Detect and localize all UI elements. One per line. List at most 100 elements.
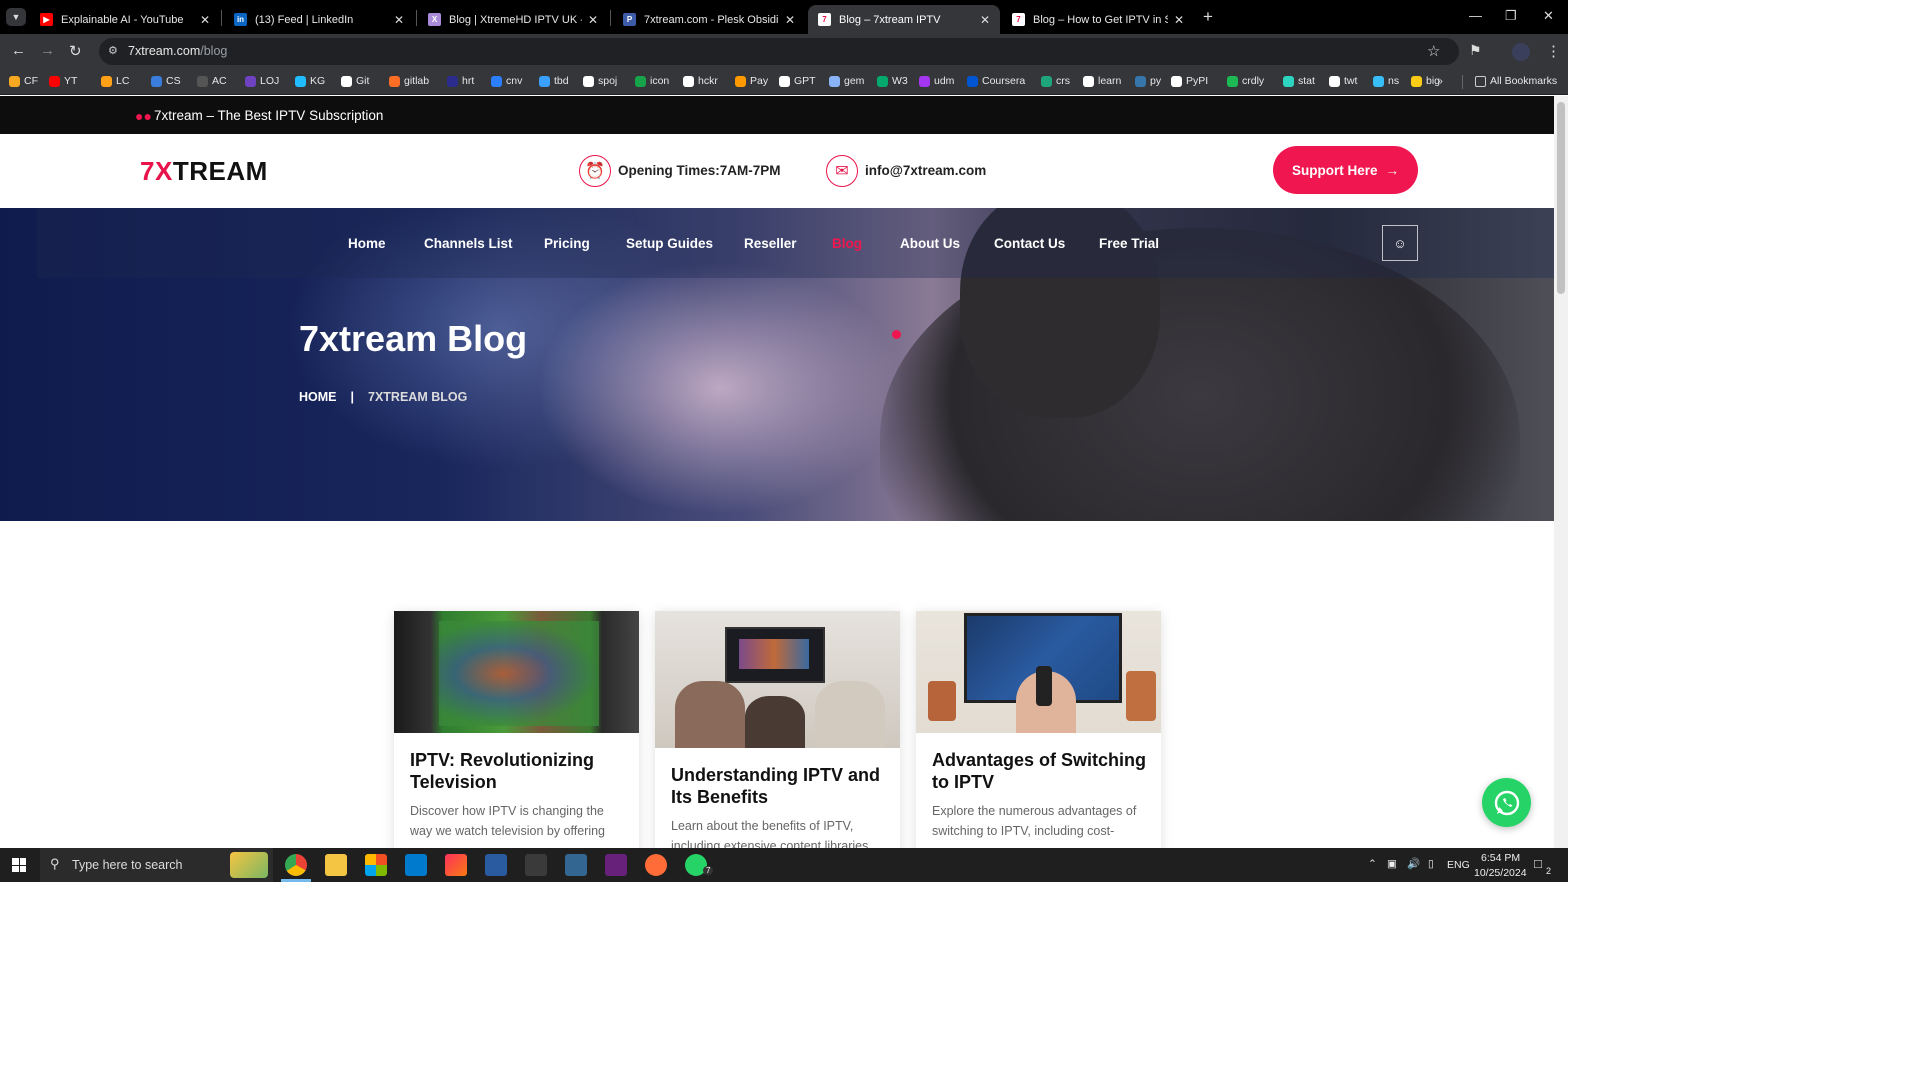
nav-free-trial[interactable]: Free Trial	[1099, 236, 1159, 251]
nav-home[interactable]: Home	[348, 236, 386, 251]
browser-tab[interactable]: ▶ Explainable AI - YouTube ✕	[30, 5, 220, 34]
bookmark-item[interactable]: hrt	[447, 75, 474, 87]
breadcrumb-home[interactable]: HOME	[299, 390, 337, 404]
post-title[interactable]: Advantages of Switching to IPTV	[932, 749, 1147, 793]
microsoft-store-icon[interactable]	[365, 854, 387, 876]
close-icon[interactable]: ✕	[394, 13, 404, 27]
bookmark-item[interactable]: LOJ	[245, 75, 279, 87]
bookmark-item[interactable]: learn	[1083, 75, 1121, 87]
nav-about-us[interactable]: About Us	[900, 236, 960, 251]
close-icon[interactable]: ✕	[980, 13, 990, 27]
nav-blog[interactable]: Blog	[832, 236, 862, 251]
profile-avatar[interactable]	[1512, 43, 1530, 61]
bookmark-item[interactable]: icon	[635, 75, 669, 87]
close-icon[interactable]: ✕	[588, 13, 598, 27]
bookmark-item[interactable]: W3	[877, 75, 908, 87]
menu-icon[interactable]: ⋮	[1546, 42, 1561, 60]
network-icon[interactable]: ▣	[1387, 858, 1397, 870]
bookmark-item[interactable]: YT	[49, 75, 77, 87]
close-icon[interactable]: ✕	[200, 13, 210, 27]
address-bar[interactable]: ⚙ 7xtream.com/blog ☆	[99, 38, 1459, 65]
whatsapp-chat-button[interactable]	[1482, 778, 1531, 827]
postman-icon[interactable]	[645, 854, 667, 876]
post-title[interactable]: Understanding IPTV and Its Benefits	[671, 764, 886, 808]
close-window-icon[interactable]: ✕	[1543, 8, 1554, 24]
bookmark-item[interactable]: py	[1135, 75, 1161, 87]
close-icon[interactable]: ✕	[1174, 13, 1184, 27]
bookmark-item[interactable]: stat	[1283, 75, 1315, 87]
bookmark-item[interactable]: spoj	[583, 75, 617, 87]
scrollbar-thumb[interactable]	[1557, 102, 1565, 294]
support-button[interactable]: Support Here →	[1273, 146, 1418, 194]
intellij-icon[interactable]	[445, 854, 467, 876]
blog-card[interactable]: Understanding IPTV and Its Benefits Lear…	[655, 611, 900, 848]
nav-channels-list[interactable]: Channels List	[424, 236, 513, 251]
forward-icon[interactable]: →	[40, 42, 55, 59]
volume-icon[interactable]: 🔊	[1407, 857, 1420, 870]
reload-icon[interactable]: ↻	[69, 42, 82, 60]
email-link[interactable]: info@7xtream.com	[865, 163, 986, 178]
browser-tab[interactable]: 7 Blog – How to Get IPTV in Spain ✕	[1002, 5, 1194, 34]
bookmark-item[interactable]: gitlab	[389, 75, 429, 87]
visual-studio-icon[interactable]	[605, 854, 627, 876]
bookmark-item[interactable]: udm	[919, 75, 954, 87]
nav-pricing[interactable]: Pricing	[544, 236, 590, 251]
blog-card[interactable]: IPTV: Revolutionizing Television Discove…	[394, 611, 639, 848]
extensions-icon[interactable]: ⚑	[1469, 42, 1482, 59]
user-account-button[interactable]: ☺	[1382, 225, 1418, 261]
bookmark-item[interactable]: cnv	[491, 75, 522, 87]
bookmark-item[interactable]: ns	[1373, 75, 1399, 87]
postgres-icon[interactable]	[565, 854, 587, 876]
clock-time[interactable]: 6:54 PM	[1481, 852, 1520, 864]
bookmark-item[interactable]: CS	[151, 75, 181, 87]
nav-contact-us[interactable]: Contact Us	[994, 236, 1065, 251]
all-bookmarks-button[interactable]: All Bookmarks	[1475, 75, 1557, 87]
battery-icon[interactable]: ▯	[1428, 858, 1434, 870]
taskbar-search[interactable]: ⚲ Type here to search	[40, 848, 273, 882]
notification-icon[interactable]: □	[1534, 856, 1542, 871]
back-icon[interactable]: ←	[11, 42, 26, 59]
blog-card[interactable]: Advantages of Switching to IPTV Explore …	[916, 611, 1161, 848]
chevron-up-icon[interactable]: ⌃	[1368, 858, 1377, 870]
page-scrollbar[interactable]	[1554, 96, 1568, 848]
bookmark-item[interactable]: crdly	[1227, 75, 1264, 87]
site-logo[interactable]: 7XTREAM	[140, 156, 268, 187]
vscode-icon[interactable]	[405, 854, 427, 876]
nav-reseller[interactable]: Reseller	[744, 236, 797, 251]
ssms-icon[interactable]	[485, 854, 507, 876]
bookmark-item[interactable]: PyPI	[1171, 75, 1208, 87]
bookmark-item[interactable]: Pay	[735, 75, 768, 87]
tab-search-button[interactable]: ▼	[6, 8, 26, 26]
close-icon[interactable]: ✕	[785, 13, 795, 27]
minimize-icon[interactable]: —	[1469, 8, 1482, 23]
bookmark-item[interactable]: KG	[295, 75, 325, 87]
language-indicator[interactable]: ENG	[1447, 859, 1470, 871]
browser-tab[interactable]: in (13) Feed | LinkedIn ✕	[224, 5, 414, 34]
browser-tab-active[interactable]: 7 Blog – 7xtream IPTV ✕	[808, 5, 1000, 34]
bookmark-item[interactable]: Git	[341, 75, 369, 87]
bookmark-star-icon[interactable]: ☆	[1427, 42, 1440, 60]
bookmark-item[interactable]: AC	[197, 75, 227, 87]
bookmark-item[interactable]: big	[1411, 75, 1440, 87]
browser-tab[interactable]: X Blog | XtremeHD IPTV UK - Buy ✕	[418, 5, 608, 34]
bookmark-item[interactable]: GPT	[779, 75, 816, 87]
browser-tab[interactable]: P 7xtream.com - Plesk Obsidian 1 ✕	[613, 5, 805, 34]
restore-icon[interactable]: ❐	[1505, 8, 1517, 24]
post-title[interactable]: IPTV: Revolutionizing Television	[410, 749, 625, 793]
bookmark-item[interactable]: hckr	[683, 75, 718, 87]
nav-setup-guides[interactable]: Setup Guides	[626, 236, 713, 251]
site-info-icon[interactable]: ⚙	[108, 44, 118, 57]
bookmark-item[interactable]: Coursera	[967, 75, 1025, 87]
clock-date[interactable]: 10/25/2024	[1474, 867, 1527, 879]
bookmark-item[interactable]: CF	[9, 75, 38, 87]
new-tab-button[interactable]: +	[1203, 7, 1213, 27]
bookmark-item[interactable]: crs	[1041, 75, 1070, 87]
file-explorer-icon[interactable]	[325, 854, 347, 876]
bookmark-item[interactable]: gem	[829, 75, 864, 87]
bookmark-item[interactable]: LC	[101, 75, 129, 87]
bookmark-item[interactable]: tbd	[539, 75, 569, 87]
bookmark-item[interactable]: twt	[1329, 75, 1357, 87]
chrome-icon[interactable]	[285, 854, 307, 876]
snipping-tool-icon[interactable]	[525, 854, 547, 876]
more-bookmarks-button[interactable]: »	[1437, 75, 1443, 87]
